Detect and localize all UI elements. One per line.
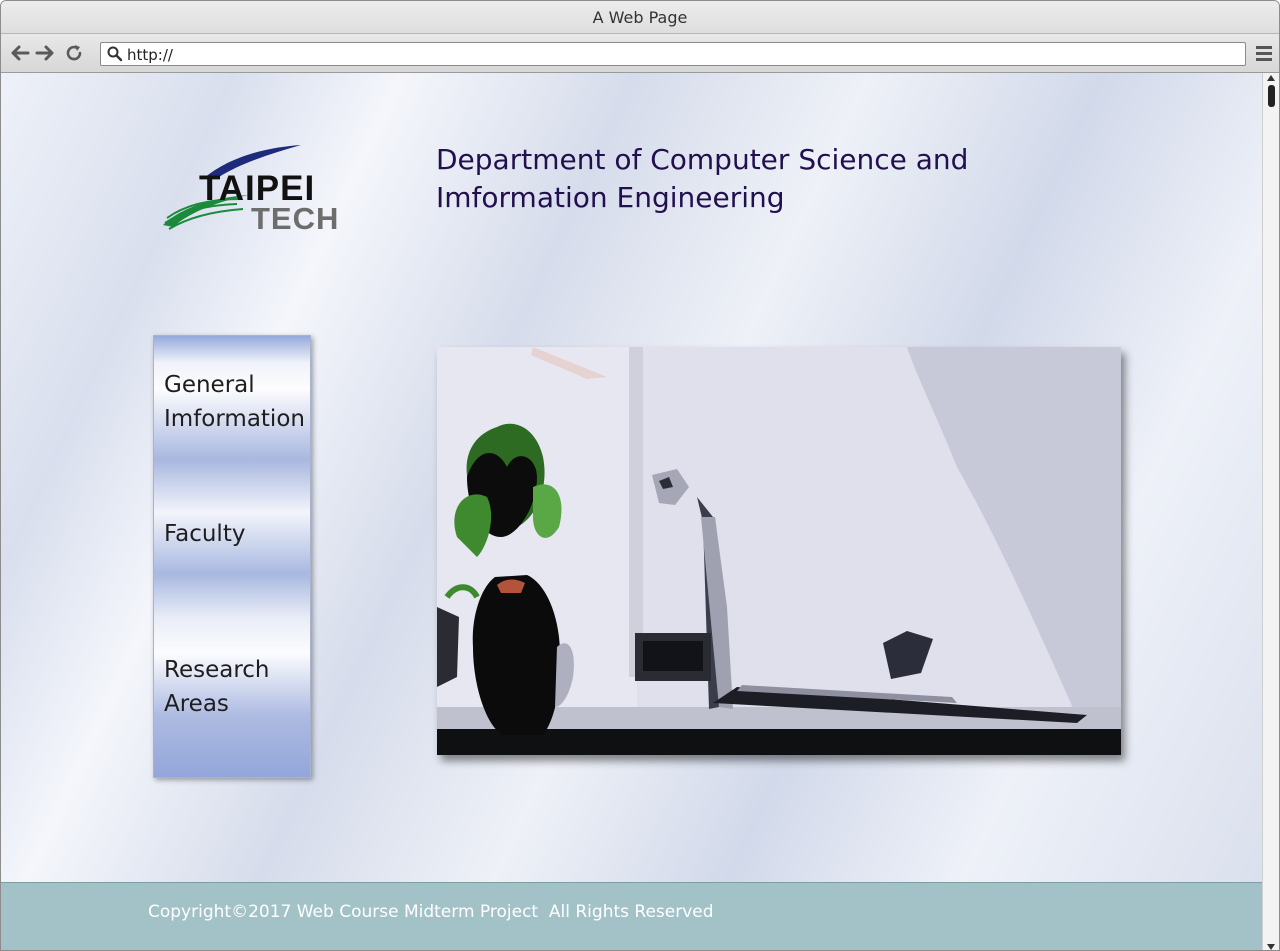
address-bar[interactable]: http:// bbox=[100, 42, 1246, 66]
window-title: A Web Page bbox=[1, 1, 1279, 34]
nav-item-faculty[interactable]: Faculty bbox=[164, 517, 245, 551]
logo-text-tech: TECH bbox=[251, 201, 340, 236]
office-desk-photo bbox=[437, 347, 1121, 755]
reload-icon[interactable] bbox=[64, 43, 84, 63]
copyright-text: Copyright©2017 Web Course Midterm Projec… bbox=[148, 902, 714, 922]
scroll-up-arrow-icon[interactable] bbox=[1267, 75, 1275, 81]
url-text[interactable]: http:// bbox=[127, 43, 173, 65]
page-title: Department of Computer Science and Imfor… bbox=[436, 143, 969, 214]
search-icon bbox=[107, 45, 123, 63]
vertical-scrollbar[interactable] bbox=[1262, 73, 1279, 950]
browser-toolbar: http:// bbox=[1, 34, 1279, 73]
sidebar-nav: General Imformation Faculty Research Are… bbox=[153, 335, 311, 778]
page-viewport: TAIPEI TECH Department of Computer Scien… bbox=[1, 73, 1263, 950]
scroll-down-arrow-icon[interactable] bbox=[1267, 944, 1275, 950]
back-arrow-icon[interactable] bbox=[10, 43, 30, 63]
scroll-thumb[interactable] bbox=[1268, 85, 1275, 107]
forward-arrow-icon[interactable] bbox=[35, 43, 55, 63]
nav-item-general-information[interactable]: General Imformation bbox=[164, 368, 312, 436]
browser-window: A Web Page http:// TAIPEI TECH Departmen… bbox=[0, 0, 1280, 951]
hamburger-menu-icon[interactable] bbox=[1253, 43, 1275, 65]
nav-item-research-areas[interactable]: Research Areas bbox=[164, 653, 304, 721]
taipei-tech-logo: TAIPEI TECH bbox=[161, 145, 343, 237]
page-footer: Copyright©2017 Web Course Midterm Projec… bbox=[1, 882, 1263, 950]
